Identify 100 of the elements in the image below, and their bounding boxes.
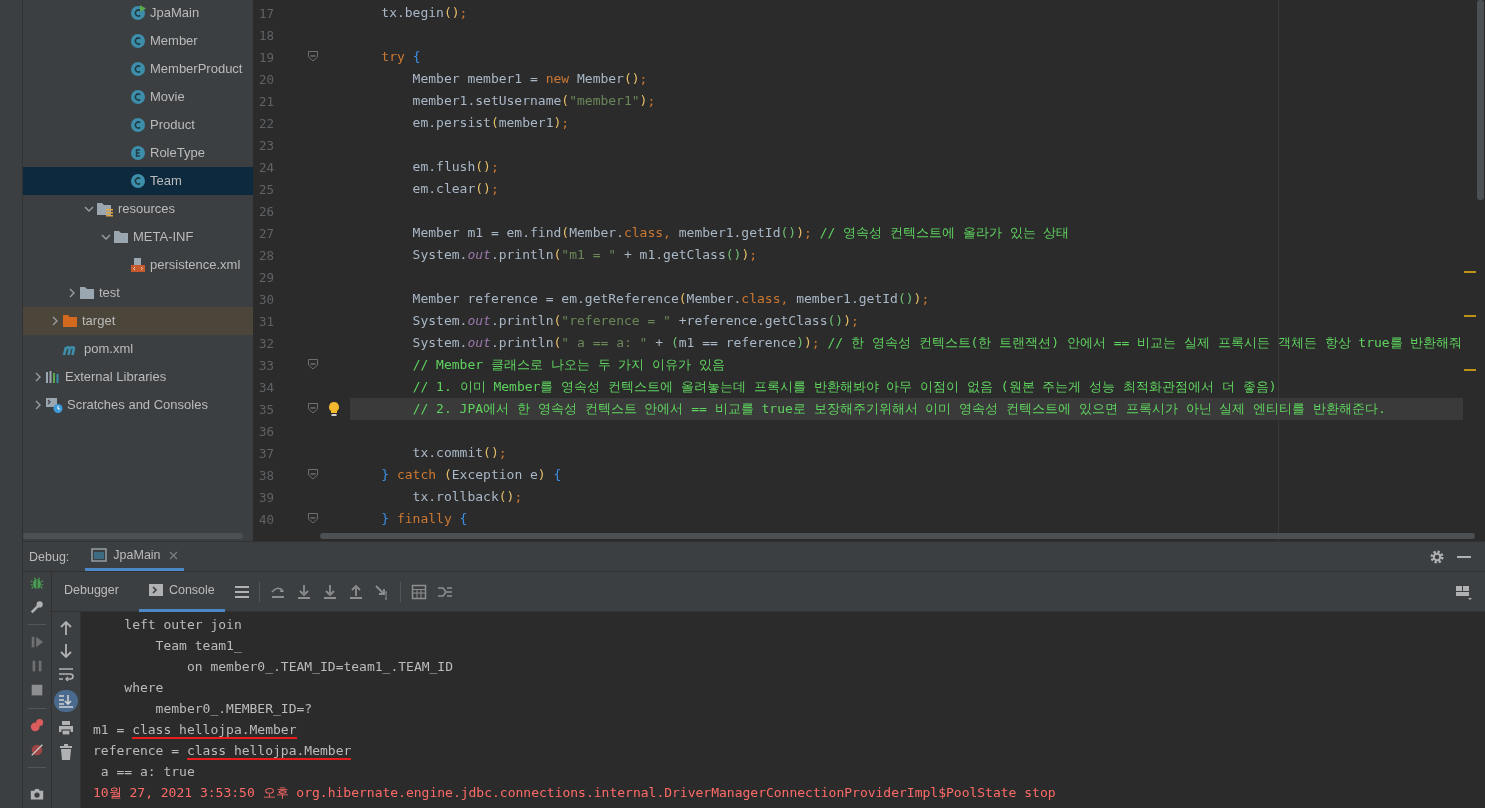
line-number: 39: [257, 489, 274, 505]
code-line: em.persist(member1);: [411, 114, 571, 132]
lightbulb-icon[interactable]: [328, 401, 340, 417]
scrollbar[interactable]: [23, 533, 243, 539]
print-icon[interactable]: [58, 721, 74, 735]
breakpoints-icon[interactable]: [29, 718, 45, 733]
code-line: em.clear();: [411, 180, 500, 198]
code-line: // Member 클래스로 나오는 두 가지 이유가 있음: [411, 356, 727, 374]
tree-item[interactable]: Scratches and Consoles: [23, 391, 253, 419]
line-number: 38: [257, 467, 274, 483]
code-line: } finally {: [380, 510, 469, 528]
close-icon[interactable]: [168, 550, 178, 560]
run-to-cursor-icon[interactable]: [373, 583, 390, 600]
folder-icon: [113, 229, 129, 245]
scroll-to-end-icon: [58, 694, 74, 708]
chevron-right-icon[interactable]: [33, 372, 43, 382]
code-line: Member reference = em.getReference(Member.class, member1.getId());: [411, 290, 931, 308]
stop-icon[interactable]: [29, 683, 45, 698]
console-line: 10월 27, 2021 3:53:50 오후 org.hibernate.engine.jdbc.connections.internal.DriverManagerConnectionProviderImpl$PoolState stop: [93, 784, 1057, 802]
line-number: 33: [257, 357, 274, 373]
console-icon: [148, 584, 163, 596]
step-out-icon[interactable]: [347, 583, 364, 600]
tree-item[interactable]: Member: [23, 27, 253, 55]
console-line: member0_.MEMBER_ID=?: [154, 700, 314, 718]
code-line: try {: [380, 48, 422, 66]
scrollbar[interactable]: [320, 533, 1475, 539]
window-icon: [91, 548, 108, 562]
line-number: 31: [257, 313, 274, 329]
code-line: } catch (Exception e) {: [380, 466, 563, 484]
camera-icon[interactable]: [29, 787, 45, 801]
chevron-down-icon[interactable]: [84, 204, 94, 214]
console-line: a == a: true: [99, 763, 196, 781]
folder-icon: [62, 313, 78, 329]
code-line: tx.commit();: [411, 444, 508, 462]
line-number: 27: [257, 225, 274, 241]
session-tab[interactable]: JpaMain: [85, 542, 184, 571]
calculator-icon[interactable]: [410, 583, 427, 600]
line-number: 35: [257, 401, 274, 417]
tree-item[interactable]: test: [23, 279, 253, 307]
code-line: System.out.println("reference = " +reference.getClass());: [411, 312, 860, 330]
step-into-icon[interactable]: [295, 583, 312, 600]
fold-icon[interactable]: [308, 51, 318, 63]
code-line: tx.rollback();: [411, 488, 524, 506]
fold-icon[interactable]: [308, 513, 318, 525]
tree-item[interactable]: Team: [23, 167, 253, 195]
line-number: 30: [257, 291, 274, 307]
line-number: 36: [257, 423, 274, 439]
panel-title: Debug:: [29, 549, 70, 564]
class-icon: [130, 61, 146, 77]
arrow-down-icon[interactable]: [60, 644, 72, 658]
fold-icon[interactable]: [308, 359, 318, 371]
tree-item[interactable]: pom.xml: [23, 335, 253, 363]
code-line: Member m1 = em.find(Member.class, member1.getId()); // 영속성 컨텍스트에 올라가 있는 상태: [411, 224, 1071, 242]
resume-icon[interactable]: [29, 635, 45, 650]
line-number: 24: [257, 159, 274, 175]
tree-item[interactable]: MemberProduct: [23, 55, 253, 83]
chevron-right-icon[interactable]: [50, 316, 60, 326]
trash-icon[interactable]: [59, 744, 73, 760]
console-line: Team team1_: [154, 637, 243, 655]
settings-icon[interactable]: [1429, 548, 1445, 565]
line-number: 20: [257, 71, 274, 87]
layout-icon[interactable]: [1455, 583, 1473, 600]
wrench-icon[interactable]: [29, 600, 45, 615]
tree-item[interactable]: target: [23, 307, 253, 335]
tree-item[interactable]: RoleType: [23, 139, 253, 167]
line-number: 34: [257, 379, 274, 395]
chevron-down-icon[interactable]: [101, 232, 111, 242]
trace-icon[interactable]: [436, 584, 453, 599]
force-step-into-icon[interactable]: [321, 583, 338, 600]
console-line: on member0_.TEAM_ID=team1_.TEAM_ID: [185, 658, 455, 676]
tree-item[interactable]: persistence.xml: [23, 251, 253, 279]
line-number: 22: [257, 115, 274, 131]
bug-icon[interactable]: [29, 576, 45, 591]
chevron-right-icon[interactable]: [33, 400, 43, 410]
mute-breakpoints-icon[interactable]: [29, 742, 45, 757]
arrow-up-icon[interactable]: [60, 621, 72, 635]
tree-item[interactable]: JpaMain: [23, 0, 253, 27]
console-line: left outer join: [123, 616, 243, 634]
scroll-to-end-button[interactable]: [54, 690, 78, 712]
chevron-right-icon[interactable]: [67, 288, 77, 298]
fold-icon[interactable]: [308, 403, 318, 415]
tree-item[interactable]: Product: [23, 111, 253, 139]
line-number: 23: [257, 137, 274, 153]
menu-icon[interactable]: [234, 585, 249, 598]
tree-item[interactable]: resources: [23, 195, 253, 223]
code-line: Member member1 = new Member();: [411, 70, 649, 88]
wrap-icon[interactable]: [58, 667, 74, 681]
console-line: m1 = class hellojpa.Member: [93, 721, 298, 741]
console-line: reference = class hellojpa.Member: [93, 742, 353, 762]
tab[interactable]: Debugger: [54, 571, 129, 612]
folder-icon: [96, 201, 114, 217]
tree-item[interactable]: Movie: [23, 83, 253, 111]
scrollbar[interactable]: [1477, 0, 1484, 200]
fold-icon[interactable]: [308, 469, 318, 481]
tree-item[interactable]: META-INF: [23, 223, 253, 251]
code-line: tx.begin();: [380, 4, 469, 22]
line-number: 32: [257, 335, 274, 351]
tree-item[interactable]: External Libraries: [23, 363, 253, 391]
libraries-icon: [45, 369, 61, 385]
folder-icon: [79, 285, 95, 301]
